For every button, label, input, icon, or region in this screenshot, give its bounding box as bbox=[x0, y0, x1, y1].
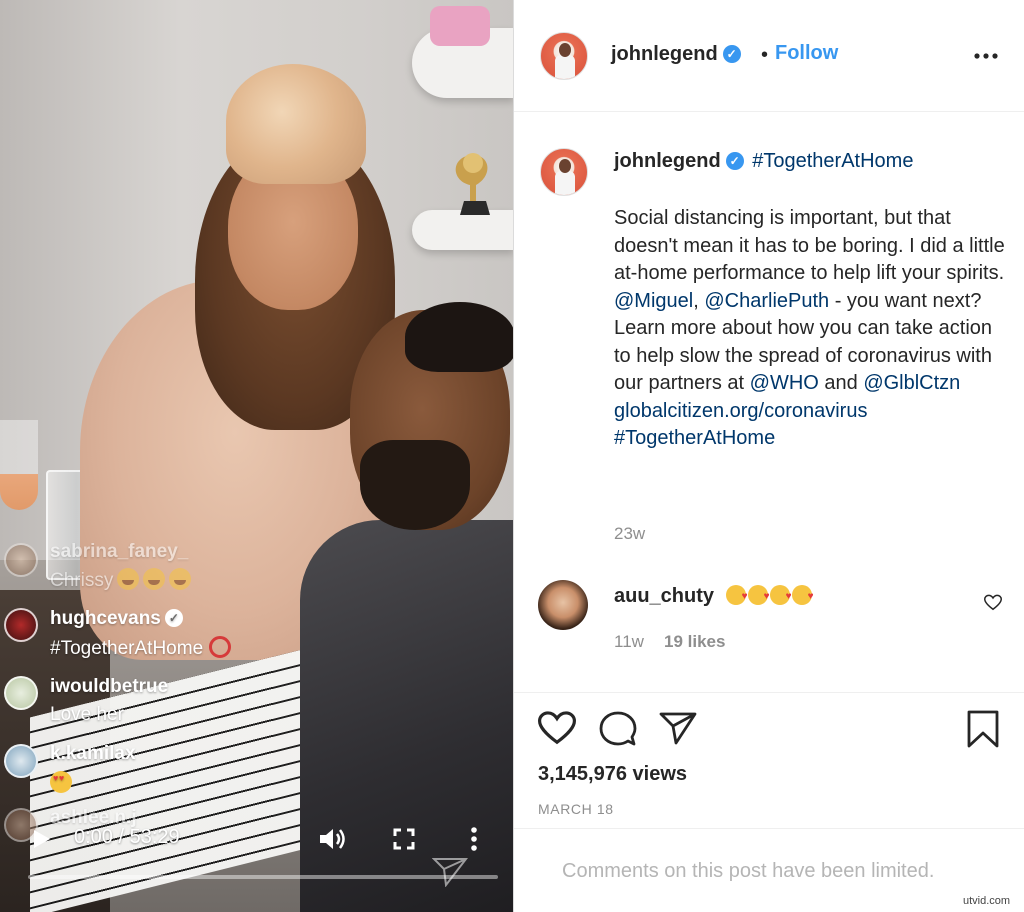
person-man-beard bbox=[360, 440, 470, 530]
live-comment: hughcevans ✓ #TogetherAtHome bbox=[0, 602, 300, 666]
live-comment-text: Chrissy bbox=[50, 568, 192, 592]
live-comment-text bbox=[50, 771, 72, 795]
header-username[interactable]: johnlegend ✓ bbox=[611, 43, 741, 66]
live-comment: sabrina_faney_ Chrissy bbox=[0, 535, 300, 599]
post-date[interactable]: MARCH 18 bbox=[538, 801, 614, 817]
mention-link[interactable]: @GlblCtzn bbox=[863, 372, 960, 394]
mention-link[interactable]: @CharliePuth bbox=[704, 290, 829, 312]
verified-badge-icon: ✓ bbox=[725, 152, 744, 170]
laugh-emoji bbox=[169, 568, 192, 590]
wine-glass bbox=[0, 420, 38, 510]
comment-likes[interactable]: 19 likes bbox=[664, 632, 725, 652]
video-player[interactable]: sabrina_faney_ Chrissy hughcevans ✓ #Toge… bbox=[0, 0, 514, 912]
video-progress-bar[interactable] bbox=[28, 875, 498, 879]
caption-username[interactable]: johnlegend ✓ #TogetherAtHome bbox=[614, 150, 913, 173]
avatar[interactable] bbox=[538, 580, 588, 630]
live-comment: iwouldbetrue Love her bbox=[0, 670, 300, 734]
person-man-jacket bbox=[300, 520, 513, 912]
watermark: utvid.com bbox=[963, 895, 1011, 907]
post-panel: johnlegend ✓ • Follow johnlegend ✓ #Togeth… bbox=[514, 0, 1024, 912]
fullscreen-icon[interactable] bbox=[393, 828, 415, 850]
share-icon[interactable] bbox=[658, 710, 698, 746]
follow-button[interactable]: Follow bbox=[775, 42, 838, 65]
live-comment-text: #TogetherAtHome bbox=[50, 636, 232, 660]
mention-link[interactable]: @WHO bbox=[750, 372, 819, 394]
caption-hashtag[interactable]: #TogetherAtHome bbox=[614, 427, 775, 449]
live-comment-user: k.kamilax bbox=[50, 743, 136, 764]
comment-timestamp[interactable]: 11w bbox=[614, 632, 644, 652]
laugh-emoji bbox=[143, 568, 166, 590]
comment-icon[interactable] bbox=[598, 710, 638, 748]
caption-hashtag[interactable]: #TogetherAtHome bbox=[752, 150, 913, 172]
external-link[interactable]: globalcitizen.org/coronavirus bbox=[614, 400, 867, 422]
avatar bbox=[4, 543, 38, 577]
verified-badge-icon: ✓ bbox=[164, 609, 183, 627]
avatar bbox=[4, 676, 38, 710]
person-woman-turban bbox=[226, 64, 366, 184]
video-timecode: 0:00 / 53:29 bbox=[74, 826, 180, 848]
comment-like-icon[interactable] bbox=[984, 594, 1002, 611]
avatar bbox=[4, 608, 38, 642]
comments-limited-text: Comments on this post have been limited. bbox=[562, 860, 935, 882]
comment: auu_chuty bbox=[614, 585, 814, 608]
view-count[interactable]: 3,145,976 views bbox=[538, 763, 687, 786]
avatar bbox=[4, 744, 38, 778]
person-man-hair bbox=[405, 302, 513, 372]
bookmark-icon[interactable] bbox=[966, 710, 1000, 748]
volume-icon[interactable] bbox=[318, 826, 346, 852]
grammy-trophy bbox=[455, 153, 490, 215]
heart-icon[interactable] bbox=[538, 710, 576, 746]
live-comment-user: hughcevans ✓ bbox=[50, 608, 183, 630]
play-icon[interactable] bbox=[33, 829, 51, 849]
kissing-heart-emoji bbox=[724, 585, 814, 607]
live-comment: k.kamilax bbox=[0, 738, 300, 802]
heart-eyes-emoji bbox=[50, 771, 72, 793]
live-comment-user: iwouldbetrue bbox=[50, 676, 169, 697]
laugh-emoji bbox=[117, 568, 140, 590]
send-icon[interactable] bbox=[432, 855, 468, 887]
more-vertical-icon[interactable] bbox=[469, 826, 479, 852]
caption-timestamp[interactable]: 23w bbox=[614, 524, 645, 544]
pink-decor bbox=[430, 6, 490, 46]
comment-username[interactable]: auu_chuty bbox=[614, 585, 714, 607]
more-horizontal-icon[interactable] bbox=[974, 52, 998, 60]
caption-text: Social distancing is important, but that… bbox=[614, 207, 1005, 449]
avatar[interactable] bbox=[540, 32, 588, 80]
avatar[interactable] bbox=[540, 148, 588, 196]
live-comment-text: Love her bbox=[50, 704, 124, 725]
post-header: johnlegend ✓ • Follow bbox=[514, 0, 1024, 112]
separator-dot: • bbox=[761, 44, 769, 66]
live-comment-user: sabrina_faney_ bbox=[50, 541, 189, 562]
red-circle-emoji bbox=[209, 636, 232, 658]
verified-badge-icon: ✓ bbox=[722, 45, 741, 63]
mention-link[interactable]: @Miguel bbox=[614, 290, 693, 312]
